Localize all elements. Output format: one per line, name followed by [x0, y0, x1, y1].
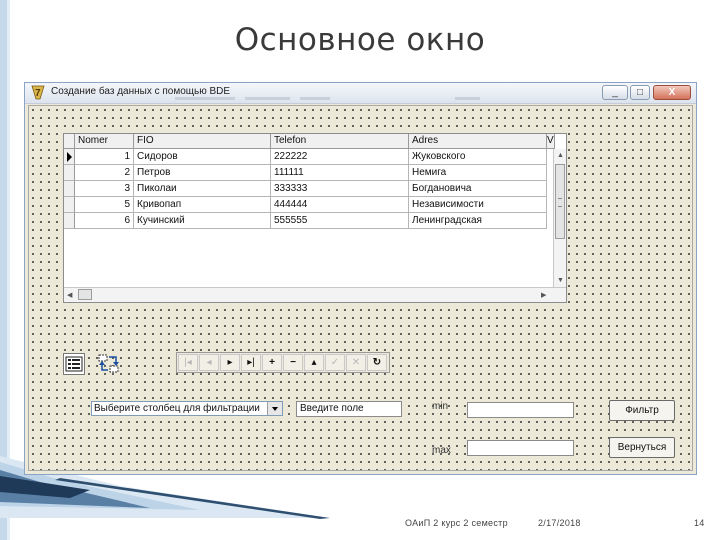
max-label: max [432, 445, 451, 456]
max-input[interactable] [467, 440, 574, 456]
combo-selected-text: Выберите столбец для фильтрации [94, 403, 260, 414]
cell-adres[interactable]: Ленинградская [409, 213, 547, 229]
nav-edit-button[interactable]: ▴ [304, 354, 324, 371]
menu-ghost-2 [245, 97, 290, 100]
maximize-button[interactable]: □ [630, 85, 650, 100]
app-window: 7 Создание баз данных с помощью BDE _ □ … [24, 82, 697, 475]
footer-page-number: 14 [694, 518, 705, 528]
cell-fio[interactable]: Пиколаи [134, 181, 271, 197]
menu-ghost-3 [300, 97, 330, 100]
row-indicator[interactable] [64, 213, 75, 229]
cell-fio[interactable]: Кучинский [134, 213, 271, 229]
cell-nomer[interactable]: 1 [75, 149, 134, 165]
cell-telefon[interactable]: 222222 [271, 149, 409, 165]
delphi-app-icon: 7 [31, 85, 45, 100]
cell-nomer[interactable]: 5 [75, 197, 134, 213]
cell-nomer[interactable]: 2 [75, 165, 134, 181]
menu-ghost-1 [175, 97, 235, 100]
cell-adres[interactable]: Независимости [409, 197, 547, 213]
grid-vertical-scrollbar[interactable]: ▲ ▼ [553, 149, 566, 287]
row-indicator[interactable] [64, 181, 75, 197]
nav-post-button[interactable]: ✓ [325, 354, 345, 371]
nav-last-button[interactable]: ▸| [241, 354, 261, 371]
grid-horizontal-scrollbar[interactable]: ◀ ▶ [64, 287, 566, 302]
datasource-component-icon[interactable] [63, 353, 85, 375]
current-row-arrow-icon [67, 152, 72, 162]
db-navigator: |◂ ◂ ▸ ▸| + − ▴ ✓ ✕ ↻ [176, 352, 390, 373]
cell-telefon[interactable]: 555555 [271, 213, 409, 229]
window-title: Создание баз данных с помощью BDE [51, 86, 231, 97]
cell-telefon[interactable]: 333333 [271, 181, 409, 197]
svg-text:7: 7 [35, 88, 41, 99]
data-transfer-icon [98, 354, 119, 373]
chevron-down-icon [272, 407, 278, 411]
cell-telefon[interactable]: 111111 [271, 165, 409, 181]
column-header-fio[interactable]: FIO [134, 134, 271, 149]
horizontal-scroll-thumb[interactable] [78, 289, 92, 300]
footer-date: 2/17/2018 [538, 518, 581, 528]
nav-delete-button[interactable]: − [283, 354, 303, 371]
cell-adres[interactable]: Жуковского [409, 149, 547, 165]
scroll-grip-icon [558, 198, 562, 207]
cell-fio[interactable]: Сидоров [134, 149, 271, 165]
row-indicator[interactable] [64, 149, 75, 165]
grid-corner [64, 134, 75, 149]
min-label: min [432, 401, 449, 412]
nav-next-button[interactable]: ▸ [220, 354, 240, 371]
scroll-up-icon[interactable]: ▲ [557, 151, 564, 160]
nav-cancel-button[interactable]: ✕ [346, 354, 366, 371]
nav-prior-button[interactable]: ◂ [199, 354, 219, 371]
filter-field-input[interactable]: Введите поле [296, 401, 402, 417]
db-grid[interactable]: Nomer FIO Telefon Adres V 1 Сидоров 2222… [63, 133, 567, 303]
scroll-left-icon[interactable]: ◀ [67, 291, 72, 300]
minimize-button[interactable]: _ [602, 85, 628, 100]
scroll-down-icon[interactable]: ▼ [557, 276, 564, 285]
nav-refresh-button[interactable]: ↻ [367, 354, 387, 371]
column-header-adres[interactable]: Adres [409, 134, 547, 149]
cell-adres[interactable]: Богдановича [409, 181, 547, 197]
min-input[interactable] [467, 402, 574, 418]
column-header-nomer[interactable]: Nomer [75, 134, 134, 149]
nav-insert-button[interactable]: + [262, 354, 282, 371]
menu-ghost-4 [455, 97, 480, 100]
nav-first-button[interactable]: |◂ [178, 354, 198, 371]
cell-adres[interactable]: Немига [409, 165, 547, 181]
close-button[interactable]: X [653, 85, 691, 100]
column-header-telefon[interactable]: Telefon [271, 134, 409, 149]
title-bar[interactable]: 7 Создание баз данных с помощью BDE _ □ … [25, 83, 696, 104]
table-component-icon[interactable] [98, 353, 120, 375]
cell-nomer[interactable]: 6 [75, 213, 134, 229]
form-design-surface: Nomer FIO Telefon Adres V 1 Сидоров 2222… [28, 105, 693, 471]
row-indicator[interactable] [64, 165, 75, 181]
row-indicator[interactable] [64, 197, 75, 213]
filter-button[interactable]: Фильтр [609, 400, 675, 421]
column-header-v[interactable]: V [547, 134, 555, 149]
table-list-icon [65, 356, 83, 372]
filter-column-combobox[interactable]: Выберите столбец для фильтрации [91, 401, 283, 416]
cell-fio[interactable]: Кривопап [134, 197, 271, 213]
cell-telefon[interactable]: 444444 [271, 197, 409, 213]
combo-dropdown-button[interactable] [267, 402, 282, 415]
cell-fio[interactable]: Петров [134, 165, 271, 181]
cell-nomer[interactable]: 3 [75, 181, 134, 197]
scroll-right-icon[interactable]: ▶ [541, 291, 546, 300]
footer-course: ОАиП 2 курс 2 семестр [405, 518, 508, 528]
return-button[interactable]: Вернуться [609, 437, 675, 458]
vertical-scroll-thumb[interactable] [555, 164, 565, 239]
slide-title: Основное окно [234, 22, 486, 58]
